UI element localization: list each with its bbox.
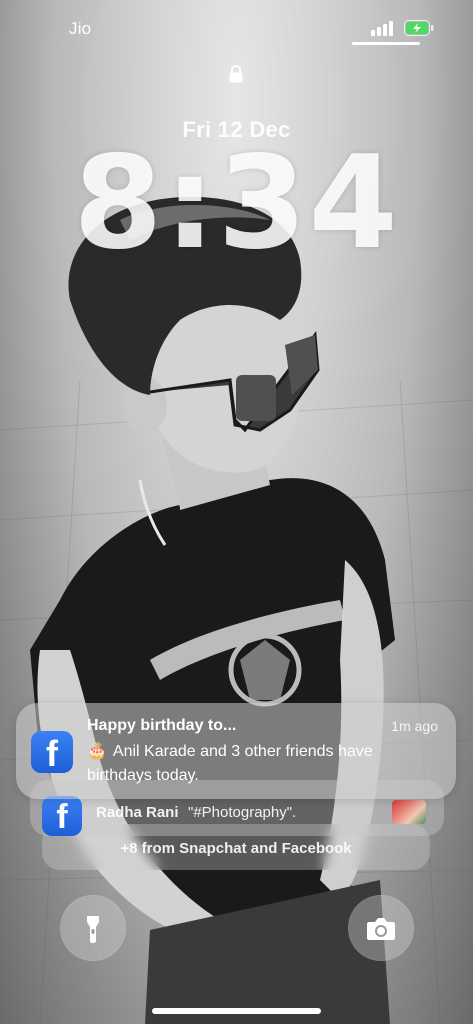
- battery-charging-icon: [404, 20, 434, 36]
- notification-time: 1m ago: [391, 718, 438, 734]
- status-bar: Jio: [0, 0, 473, 50]
- cellular-signal-icon: [371, 20, 397, 36]
- facebook-icon: f: [31, 731, 73, 774]
- lock-icon: [228, 64, 244, 84]
- flashlight-icon: [87, 916, 99, 943]
- notification-snippet: "#Photography".: [188, 804, 297, 821]
- notification-body-text: Anil Karade and 3 other friends have bir…: [87, 743, 373, 784]
- home-indicator[interactable]: [152, 1008, 321, 1014]
- carrier-name: Jio: [69, 19, 92, 38]
- camera-icon: [367, 918, 395, 940]
- facebook-icon: f: [42, 796, 82, 836]
- notification-more-label[interactable]: +8 from Snapchat and Facebook: [42, 840, 430, 857]
- lock-screen-time: 8:34: [73, 129, 400, 278]
- notification-sender: Radha Rani: [96, 804, 179, 821]
- notification-thumbnail: [392, 800, 426, 824]
- flashlight-button[interactable]: [60, 895, 126, 961]
- notification-body: 🎂 Anil Karade and 3 other friends have bi…: [87, 740, 427, 788]
- birthday-cake-icon: 🎂: [87, 743, 107, 760]
- notification-card-birthday[interactable]: f Happy birthday to... 1m ago 🎂 Anil Kara…: [16, 703, 456, 799]
- notification-title: Happy birthday to...: [87, 717, 237, 734]
- control-center-indicator[interactable]: [352, 42, 420, 45]
- camera-button[interactable]: [348, 895, 414, 961]
